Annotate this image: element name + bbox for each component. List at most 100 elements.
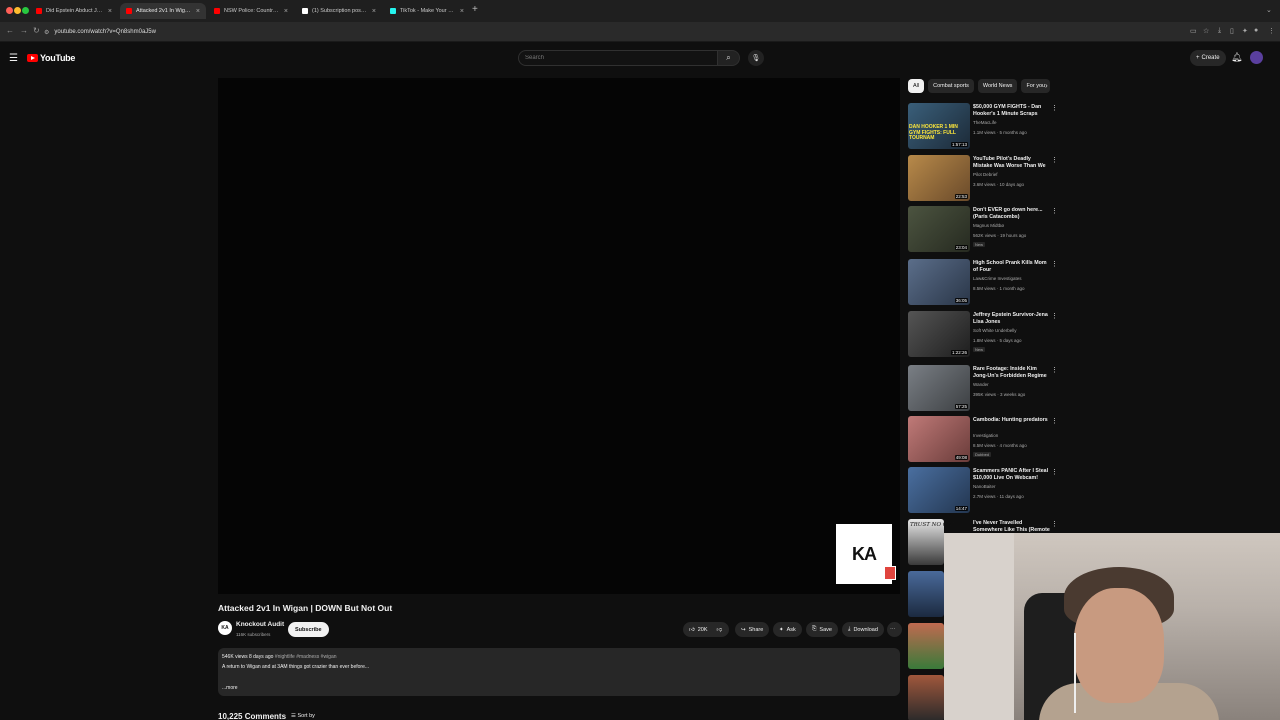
share-label: Share xyxy=(748,626,764,633)
extensions-icon[interactable]: ✦ xyxy=(1242,27,1248,35)
video-thumbnail[interactable] xyxy=(908,623,944,669)
recommendation-item[interactable]: 1:22:26 Jeffrey Epstein Survivor-Jena Li… xyxy=(908,311,1058,359)
video-thumbnail[interactable]: 23:04 xyxy=(908,206,970,252)
close-window-button[interactable] xyxy=(6,7,13,14)
account-avatar[interactable] xyxy=(1250,51,1263,64)
video-thumbnail[interactable]: 57:25 xyxy=(908,365,970,411)
minimize-window-button[interactable] xyxy=(14,7,21,14)
bookmark-star-icon[interactable]: ☆ xyxy=(1203,27,1209,35)
url-field[interactable]: ⚙ youtube.com/watch?v=Qn8shm0aJ5w xyxy=(44,25,1184,39)
tab-search-icon[interactable]: ⌄ xyxy=(1266,6,1272,14)
screen: Did Epstein Abduct JonBenét × Attacked 2… xyxy=(0,0,1280,720)
channel-avatar[interactable]: KA xyxy=(218,621,232,635)
browser-tab[interactable]: (1) Subscription posts by W × xyxy=(296,3,382,19)
download-icon[interactable]: ⤓ xyxy=(1218,27,1221,35)
video-thumbnail[interactable]: TRUST NO ONE xyxy=(908,519,956,565)
close-tab-icon[interactable]: × xyxy=(372,8,376,15)
browser-tab-bar: Did Epstein Abduct JonBenét × Attacked 2… xyxy=(0,0,1280,22)
ask-button[interactable]: ✦ Ask xyxy=(773,622,802,637)
save-button[interactable]: ⎘ Save xyxy=(806,622,838,637)
sort-by-button[interactable]: ☰ Sort by xyxy=(291,713,315,719)
show-more-link[interactable]: ...more xyxy=(222,685,238,691)
recommendation-title: Jeffrey Epstein Survivor-Jena Lisa Jones xyxy=(973,312,1048,325)
close-tab-icon[interactable]: × xyxy=(108,8,112,15)
more-vertical-icon[interactable]: ⋮ xyxy=(1051,156,1058,164)
video-thumbnail[interactable]: 36:05 xyxy=(908,259,970,305)
menu-icon[interactable]: ☰ xyxy=(9,53,18,64)
video-thumbnail[interactable] xyxy=(908,571,944,617)
recommendation-item[interactable]: 57:25 Rare Footage: Inside Kim Jong-Un's… xyxy=(908,365,1058,413)
chip-world-news[interactable]: World News xyxy=(977,79,1018,93)
recommendation-item[interactable]: 36:05 High School Prank Kills Mom of Fou… xyxy=(908,259,1058,307)
video-thumbnail[interactable]: 1:22:26 xyxy=(908,311,970,357)
recommendation-item[interactable]: 14:47 Scammers PANIC After I Steal $10,0… xyxy=(908,467,1058,515)
menu-icon[interactable]: ⋮ xyxy=(1268,27,1275,35)
more-actions-button[interactable]: ⋯ xyxy=(887,622,902,637)
profile-icon[interactable]: ● xyxy=(1254,27,1258,34)
recommendation-item[interactable]: 49:08 Cambodia: Hunting predators Invest… xyxy=(908,416,1058,464)
more-vertical-icon[interactable]: ⋮ xyxy=(1051,417,1058,425)
channel-name[interactable]: Knockout Audit xyxy=(236,621,284,628)
close-tab-icon[interactable]: × xyxy=(460,8,464,15)
create-button[interactable]: + Create xyxy=(1190,50,1226,66)
chip-combat-sports[interactable]: Combat sports xyxy=(928,79,974,93)
share-button[interactable]: ↪ Share xyxy=(735,622,770,637)
subscribe-button[interactable]: Subscribe xyxy=(288,622,329,637)
reload-icon[interactable]: ↻ xyxy=(33,26,40,35)
youtube-favicon-icon xyxy=(126,8,132,14)
dubbed-badge: Dubbed xyxy=(973,452,992,457)
sparkle-icon: ✦ xyxy=(779,626,784,633)
close-tab-icon[interactable]: × xyxy=(196,8,200,15)
download-icon: ⤓ xyxy=(848,626,851,632)
new-tab-icon[interactable]: + xyxy=(472,4,478,15)
recommendation-views: 3.6M views · 10 days ago xyxy=(973,182,1025,187)
recommendation-views: 8.5M views · 4 months ago xyxy=(973,443,1027,448)
chip-all[interactable]: All xyxy=(908,79,925,93)
sidebar-icon[interactable]: ▯ xyxy=(1230,27,1234,35)
create-label: Create xyxy=(1201,55,1220,61)
like-button[interactable]: 👍︎ 20K 👎︎ xyxy=(683,622,729,637)
download-button[interactable]: ⤓ Download xyxy=(842,622,884,637)
more-vertical-icon[interactable]: ⋮ xyxy=(1051,260,1058,268)
search-input[interactable] xyxy=(518,50,718,66)
back-icon[interactable]: ← xyxy=(6,26,14,35)
more-vertical-icon[interactable]: ⋮ xyxy=(1051,520,1058,528)
browser-tab[interactable]: Did Epstein Abduct JonBenét × xyxy=(30,3,118,19)
cast-icon[interactable]: ▭ xyxy=(1190,27,1197,35)
chevron-right-icon[interactable]: › xyxy=(1045,81,1048,90)
more-vertical-icon[interactable]: ⋮ xyxy=(1051,312,1058,320)
more-vertical-icon[interactable]: ⋮ xyxy=(1051,468,1058,476)
recommendation-channel: Law&Crime Investigates xyxy=(973,276,1022,281)
video-thumbnail[interactable]: DAN HOOKER 1 MIN GYM FIGHTS: FULL TOURNA… xyxy=(908,103,970,149)
recommendation-item[interactable]: 22:53 YouTube Pilot's Deadly Mistake Was… xyxy=(908,155,1058,203)
recommendation-item[interactable]: 23:04 Don't EVER go down here... (Paris … xyxy=(908,206,1058,254)
maximize-window-button[interactable] xyxy=(22,7,29,14)
video-thumbnail[interactable]: 14:47 xyxy=(908,467,970,513)
browser-tab-active[interactable]: Attacked 2v1 In Wigan | D × xyxy=(120,3,206,19)
dislike-icon[interactable]: 👎︎ xyxy=(717,627,723,633)
close-tab-icon[interactable]: × xyxy=(284,8,288,15)
tab-label: TikTok - Make Your Day xyxy=(400,8,456,14)
hashtags[interactable]: #nightlife #madness #wigan xyxy=(275,654,337,660)
video-thumbnail[interactable]: 22:53 xyxy=(908,155,970,201)
more-vertical-icon[interactable]: ⋮ xyxy=(1051,366,1058,374)
browser-tab[interactable]: NSW Police: Country Cop e × xyxy=(208,3,294,19)
notifications-bell-icon[interactable]: 🔔︎ xyxy=(1231,52,1242,63)
forward-icon[interactable]: → xyxy=(20,26,28,35)
video-duration: 36:05 xyxy=(954,298,968,303)
more-vertical-icon[interactable]: ⋮ xyxy=(1051,104,1058,112)
more-vertical-icon[interactable]: ⋮ xyxy=(1051,207,1058,215)
microphone-icon[interactable]: 🎙 xyxy=(748,50,764,66)
video-thumbnail[interactable]: 49:08 xyxy=(908,416,970,462)
browser-tab[interactable]: TikTok - Make Your Day × xyxy=(384,3,470,19)
like-count: 20K xyxy=(697,626,708,633)
youtube-logo[interactable]: YouTube xyxy=(27,53,75,63)
video-player[interactable] xyxy=(218,78,900,594)
youtube-favicon-icon xyxy=(214,8,220,14)
site-info-icon[interactable]: ⚙ xyxy=(44,29,49,36)
search-icon[interactable]: ⌕ xyxy=(718,50,740,66)
comments-count: 10,225 Comments xyxy=(218,712,287,720)
thumbnail-overlay-text: TRUST NO ONE xyxy=(910,522,957,528)
video-thumbnail[interactable] xyxy=(908,675,944,720)
recommendation-item[interactable]: DAN HOOKER 1 MIN GYM FIGHTS: FULL TOURNA… xyxy=(908,103,1058,151)
